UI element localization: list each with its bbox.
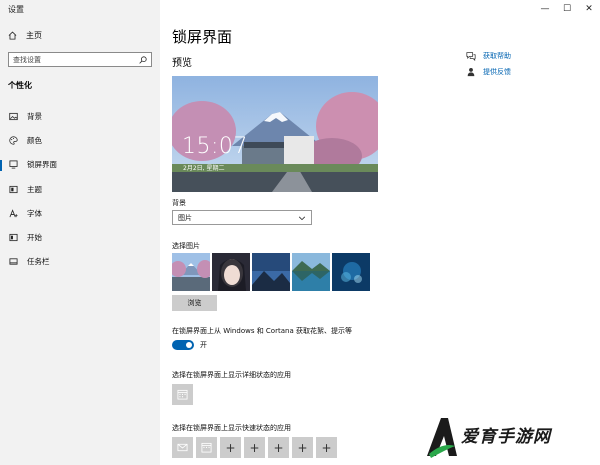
thumbnail-portrait[interactable] [212,253,250,291]
fun-facts-toggle[interactable] [172,340,194,350]
watermark-text: 爱育手游网 [461,427,551,447]
sidebar-item-label: 任务栏 [27,257,50,267]
sidebar-item-label: 主题 [27,184,42,194]
content-pane: — ☐ ✕ 锁屏界面 预览 15:07 2月2日, 星期二 背景 图片 选择图片… [160,0,600,465]
feedback-label: 提供反馈 [483,68,511,76]
chat-help-icon [466,52,476,61]
mail-icon [177,443,188,452]
get-help-label: 获取帮助 [483,52,511,60]
maximize-button[interactable]: ☐ [556,0,578,18]
image-icon [9,112,18,121]
sidebar-item-lock-screen[interactable]: 锁屏界面 [0,153,160,177]
nav-home[interactable]: 主页 [8,30,42,41]
lock-screen-preview: 15:07 2月2日, 星期二 [172,76,378,192]
quick-app-slot-calendar[interactable] [196,437,217,458]
plus-icon: + [273,440,284,455]
sidebar-item-label: 锁屏界面 [27,160,57,170]
sidebar-item-taskbar[interactable]: 任务栏 [0,250,160,274]
sidebar-item-colors[interactable]: 颜色 [0,128,160,152]
detailed-app-slot-calendar[interactable] [172,384,193,405]
close-button[interactable]: ✕ [578,0,600,18]
browse-button[interactable]: 浏览 [172,295,217,311]
window-controls: — ☐ ✕ [534,0,600,18]
feedback-icon [467,68,475,77]
toggle-state-label: 开 [200,341,207,349]
get-help-link[interactable]: 获取帮助 [466,51,511,61]
calendar-icon [201,442,212,453]
plus-icon: + [321,440,332,455]
calendar-icon [177,389,188,400]
section-title: 个性化 [8,81,32,90]
font-icon [9,209,18,218]
toggle-knob [186,342,192,348]
search-input[interactable] [9,55,133,64]
theme-icon [9,185,18,194]
plus-icon: + [249,440,260,455]
quick-app-label: 选择在锁屏界面上显示快速状态的应用 [172,424,291,432]
sidebar-item-themes[interactable]: 主题 [0,177,160,201]
watermark: 爱育手游网 [425,412,600,462]
sidebar-item-label: 开始 [27,233,42,243]
preview-time: 15:07 [182,134,248,159]
quick-app-slot-add[interactable]: + [316,437,337,458]
quick-app-slot-add[interactable]: + [268,437,289,458]
quick-app-slot-add[interactable]: + [220,437,241,458]
background-label: 背景 [172,199,186,207]
home-icon [8,31,17,40]
detailed-app-label: 选择在锁屏界面上显示详细状态的应用 [172,371,291,379]
background-dropdown[interactable]: 图片 [172,210,312,225]
minimize-button[interactable]: — [534,0,556,18]
sidebar-item-background[interactable]: 背景 [0,104,160,128]
lock-screen-icon [9,160,18,169]
taskbar-icon [9,257,18,266]
sidebar-item-fonts[interactable]: 字体 [0,201,160,225]
sidebar-item-label: 颜色 [27,135,42,145]
thumbnail-mountain-night[interactable] [252,253,290,291]
plus-icon: + [225,440,236,455]
thumbnail-lake[interactable] [292,253,330,291]
preview-date: 2月2日, 星期二 [183,165,225,172]
sidebar-item-label: 字体 [27,208,42,218]
start-icon [9,233,18,242]
picture-thumbnails [172,253,370,291]
sidebar: 设置 主页 个性化 背景 颜色 锁 [0,0,160,465]
quick-app-slot-add[interactable]: + [292,437,313,458]
palette-icon [9,136,18,145]
sidebar-item-start[interactable]: 开始 [0,225,160,249]
thumbnail-fuji[interactable] [172,253,210,291]
plus-icon: + [297,440,308,455]
quick-app-slot-add[interactable]: + [244,437,265,458]
page-title: 锁屏界面 [172,28,233,46]
preview-heading: 预览 [172,58,192,69]
search-icon[interactable] [139,56,147,64]
nav-list: 背景 颜色 锁屏界面 主题 字体 开始 任务栏 [0,104,160,274]
nav-home-label: 主页 [26,31,42,40]
fun-facts-label: 在锁屏界面上从 Windows 和 Cortana 获取花絮、提示等 [172,327,352,335]
background-dropdown-value: 图片 [178,213,192,222]
window-title: 设置 [8,5,24,14]
thumbnail-underwater[interactable] [332,253,370,291]
chevron-down-icon [298,216,306,221]
watermark-logo-icon [427,418,457,458]
choose-picture-label: 选择图片 [172,242,200,250]
sidebar-item-label: 背景 [27,111,42,121]
search-box[interactable] [8,52,152,67]
feedback-link[interactable]: 提供反馈 [466,67,511,77]
quick-app-slot-mail[interactable] [172,437,193,458]
